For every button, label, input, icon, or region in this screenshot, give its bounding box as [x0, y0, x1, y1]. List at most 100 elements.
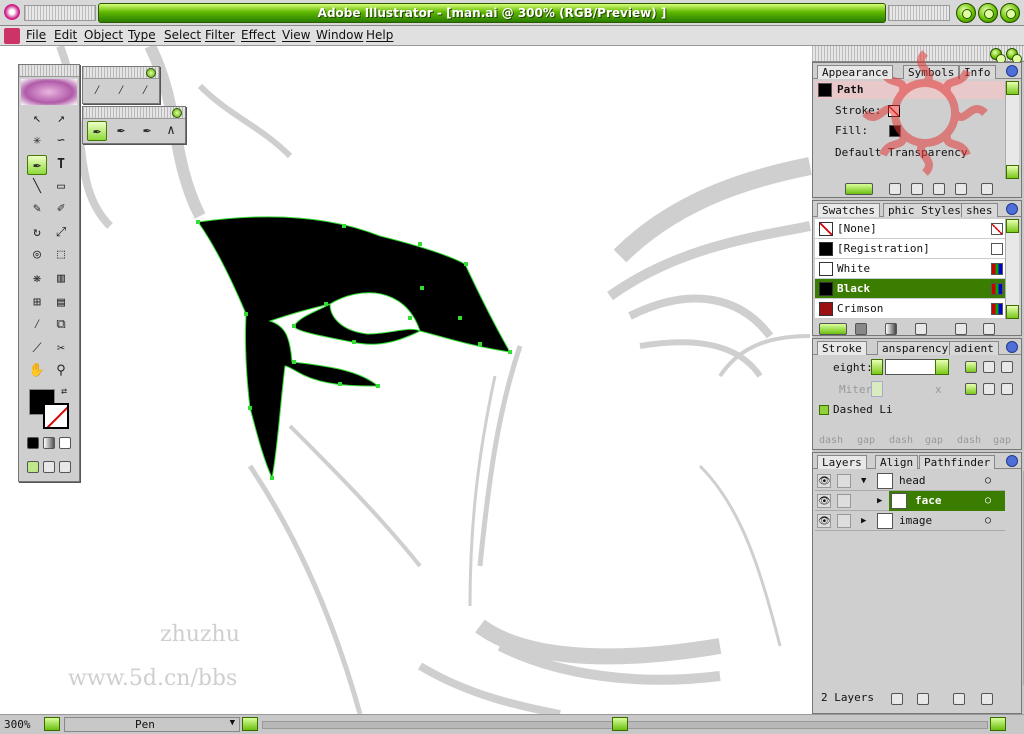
delete-anchor-icon[interactable]: ✒ — [137, 121, 157, 141]
zoom-dropdown-icon[interactable] — [44, 717, 60, 731]
rotate-tool-icon[interactable]: ↻ — [27, 223, 47, 243]
stroke-color-swatch[interactable] — [43, 403, 69, 429]
none-mode-icon[interactable] — [59, 437, 71, 449]
target-circle-icon[interactable]: ○ — [985, 511, 991, 531]
pen-icon[interactable]: ✒ — [87, 121, 107, 141]
target-circle-icon[interactable]: ○ — [985, 471, 991, 491]
eye-shape[interactable] — [197, 216, 511, 480]
scroll-left-icon[interactable] — [242, 717, 258, 731]
new-swatch-button[interactable] — [955, 323, 967, 335]
pencil-tool-icon[interactable]: ✐ — [51, 199, 71, 219]
layer-row[interactable]: 👁 ▶ image ○ — [815, 511, 1005, 531]
smooth-tool-icon[interactable]: ⁄ — [111, 81, 131, 101]
duplicate-item-button[interactable] — [933, 183, 945, 195]
appearance-trash-icon[interactable] — [981, 183, 993, 195]
menu-select[interactable]: Select — [164, 28, 201, 42]
layer-row[interactable]: 👁 ▼ head ○ — [815, 471, 1005, 491]
new-item-button[interactable] — [955, 183, 967, 195]
projecting-cap-button[interactable] — [1001, 361, 1013, 373]
rectangle-tool-icon[interactable]: ▭ — [51, 177, 71, 197]
scissors-tool-icon[interactable]: ✂ — [51, 339, 71, 359]
swatch-row[interactable]: Crimson — [815, 299, 1005, 319]
butt-cap-button[interactable] — [965, 361, 977, 373]
menu-window[interactable]: Window — [316, 28, 363, 42]
appearance-scrollbar[interactable] — [1005, 81, 1019, 179]
appearance-scroll-up[interactable] — [1006, 81, 1019, 95]
round-join-button[interactable] — [983, 383, 995, 395]
blend-tool-icon[interactable]: ⧉ — [51, 315, 71, 335]
app-flower-icon[interactable]: ✿ — [4, 4, 20, 20]
swatch-row[interactable]: Black — [815, 279, 1005, 299]
menu-file[interactable]: File — [26, 28, 46, 42]
normal-screen-mode-icon[interactable] — [27, 461, 39, 473]
menu-type[interactable]: Type — [128, 28, 156, 42]
new-art-basic-appearance-button[interactable] — [845, 183, 873, 195]
layer-row[interactable]: 👁 ▶ face ○ — [815, 491, 1005, 511]
tab-graphic-styles[interactable]: phic Styles — [883, 203, 966, 217]
visibility-eye-icon[interactable]: 👁 — [817, 474, 831, 488]
expand-triangle-icon[interactable]: ▶ — [861, 511, 866, 531]
menu-view[interactable]: View — [282, 28, 310, 42]
layers-menu-icon[interactable] — [1006, 455, 1018, 467]
clear-appearance-button[interactable] — [889, 183, 901, 195]
convert-anchor-icon[interactable]: ∧ — [161, 121, 181, 141]
swatches-scroll-up[interactable] — [1006, 219, 1019, 233]
create-new-layer-button[interactable] — [953, 693, 965, 705]
add-anchor-icon[interactable]: ✒ — [111, 121, 131, 141]
reduce-basic-appearance-button[interactable] — [911, 183, 923, 195]
swatch-trash-icon[interactable] — [983, 323, 995, 335]
show-gradient-swatches-button[interactable] — [885, 323, 897, 335]
magic-wand-tool-icon[interactable]: ✳ — [27, 131, 47, 151]
lock-toggle-icon[interactable] — [837, 514, 851, 528]
swatch-row[interactable]: White — [815, 259, 1005, 279]
swap-colors-icon[interactable]: ⇄ — [57, 385, 71, 399]
graph-tool-icon[interactable]: ▥ — [51, 269, 71, 289]
show-pattern-swatches-button[interactable] — [915, 323, 927, 335]
pencil-icon[interactable]: ⁄ — [87, 81, 107, 101]
lasso-tool-icon[interactable]: ∽ — [51, 131, 71, 151]
appearance-scroll-down[interactable] — [1006, 165, 1019, 179]
symbol-sprayer-tool-icon[interactable]: ❋ — [27, 269, 47, 289]
show-all-swatches-button[interactable] — [819, 323, 847, 335]
document-icon[interactable] — [4, 28, 20, 44]
type-tool-icon[interactable]: T — [51, 155, 71, 175]
mesh-tool-icon[interactable]: ⊞ — [27, 293, 47, 313]
slice-tool-icon[interactable]: ⟋ — [27, 339, 47, 359]
delete-layer-trash-icon[interactable] — [981, 693, 993, 705]
zoom-tool-icon[interactable]: ⚲ — [51, 361, 71, 381]
erase-tool-icon[interactable]: ⁄ — [135, 81, 155, 101]
create-sublayer-button[interactable] — [917, 693, 929, 705]
swatches-scrollbar[interactable] — [1005, 219, 1019, 319]
menu-object[interactable]: Object — [84, 28, 123, 42]
pen-tearoff-grip[interactable] — [83, 107, 185, 119]
line-tool-icon[interactable]: ╲ — [27, 177, 47, 197]
pen-tool-icon[interactable]: ✒ — [27, 155, 47, 175]
visibility-eye-icon[interactable]: 👁 — [817, 514, 831, 528]
paintbrush-tool-icon[interactable]: ✎ — [27, 199, 47, 219]
swatch-row[interactable]: [Registration] — [815, 239, 1005, 259]
miter-stepper[interactable] — [871, 381, 883, 397]
status-tool-field[interactable]: Pen ▼ — [64, 717, 240, 732]
toolbox-grip[interactable] — [19, 65, 79, 77]
make-clipping-mask-button[interactable] — [891, 693, 903, 705]
scroll-right-icon[interactable] — [990, 717, 1006, 731]
tearoff-grip[interactable] — [83, 67, 159, 79]
swatch-row[interactable]: [None] — [815, 219, 1005, 239]
tab-brushes[interactable]: shes — [961, 203, 998, 217]
free-transform-tool-icon[interactable]: ⬚ — [51, 245, 71, 265]
round-cap-button[interactable] — [983, 361, 995, 373]
scroll-thumb[interactable] — [612, 717, 628, 731]
menu-help[interactable]: Help — [366, 28, 393, 42]
stroke-menu-icon[interactable] — [1006, 341, 1018, 353]
menu-filter[interactable]: Filter — [205, 28, 235, 42]
tab-align[interactable]: Align — [875, 455, 919, 469]
gradient-mode-icon[interactable] — [43, 437, 55, 449]
zoom-level[interactable]: 300% — [4, 718, 31, 731]
weight-dropdown-icon[interactable] — [935, 359, 949, 375]
full-screen-menu-mode-icon[interactable] — [43, 461, 55, 473]
tab-swatches[interactable]: Swatches — [817, 203, 880, 217]
dashed-line-checkbox[interactable] — [819, 405, 829, 415]
tab-appearance[interactable]: Appearance — [817, 65, 894, 79]
expand-triangle-icon[interactable]: ▼ — [861, 471, 866, 491]
hand-tool-icon[interactable]: ✋ — [27, 361, 47, 381]
